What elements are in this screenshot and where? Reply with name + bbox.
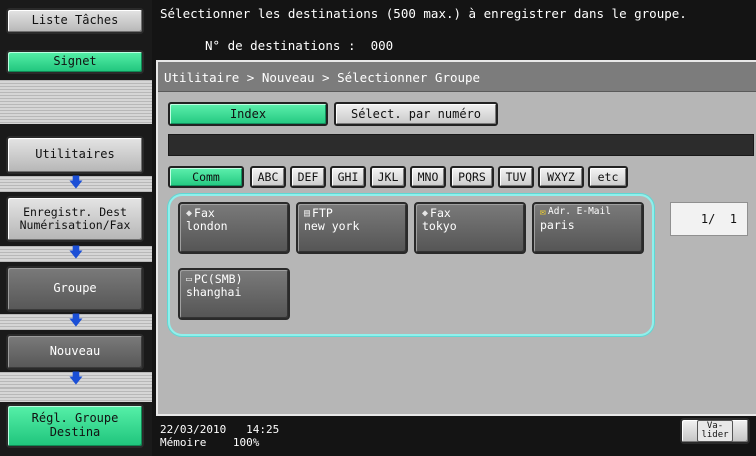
index-tab-comm[interactable]: Comm <box>168 166 244 188</box>
memory-label: Mémoire <box>160 435 207 449</box>
destination-button[interactable]: ▭ PC(SMB) shanghai <box>178 268 290 320</box>
down-arrow-icon: 🡇 <box>0 313 152 330</box>
status-footer: 22/03/2010 14:25 Mémoire 100% Va- lider <box>156 418 756 456</box>
pc-smb-icon: ▭ <box>186 273 193 285</box>
down-arrow-icon: 🡇 <box>0 175 152 192</box>
tab-select-by-number[interactable]: Sélect. par numéro <box>334 102 498 126</box>
index-tab-pqrs[interactable]: PQRS <box>450 166 494 188</box>
destination-type: Adr. E-Mail <box>548 206 611 218</box>
validate-button[interactable]: Va- lider <box>680 418 750 444</box>
destination-button[interactable]: ◆ Fax tokyo <box>414 202 526 254</box>
destination-name: new york <box>304 219 360 234</box>
step-group-settings[interactable]: Régl. Groupe Destina <box>6 404 144 448</box>
breadcrumb: Utilitaire > Nouveau > Sélectionner Grou… <box>158 62 756 92</box>
index-tab-wxyz[interactable]: WXYZ <box>538 166 584 188</box>
task-list-button[interactable]: Liste Tâches <box>6 8 144 34</box>
step-new[interactable]: Nouveau <box>6 334 144 370</box>
destination-count-label: N° de destinations : <box>205 38 356 53</box>
tab-index[interactable]: Index <box>168 102 328 126</box>
destination-name: london <box>186 219 228 234</box>
index-tab-tuv[interactable]: TUV <box>498 166 534 188</box>
step-utilities[interactable]: Utilitaires <box>6 136 144 174</box>
down-arrow-icon: 🡇 <box>0 371 152 388</box>
current-date: 22/03/2010 <box>160 423 227 436</box>
ftp-icon: ▤ <box>304 207 311 219</box>
destination-count: N° de destinations : 000 <box>205 38 393 53</box>
fax-icon: ◆ <box>422 207 429 219</box>
destination-name: tokyo <box>422 219 457 234</box>
sidebar: Liste Tâches Signet Utilitaires 🡇 Enregi… <box>0 0 152 456</box>
datetime-memory: 22/03/2010 14:25 Mémoire 100% <box>160 423 280 449</box>
main-panel: Utilitaire > Nouveau > Sélectionner Grou… <box>156 60 756 416</box>
destination-count-value: 000 <box>370 38 394 53</box>
destination-button[interactable]: ✉ Adr. E-Mail paris <box>532 202 644 254</box>
validate-label: Va- lider <box>697 420 733 442</box>
index-tab-def[interactable]: DEF <box>290 166 326 188</box>
destination-display-bar <box>168 134 754 156</box>
current-time: 14:25 <box>246 423 280 436</box>
sidebar-divider <box>0 388 152 402</box>
destination-name: shanghai <box>186 285 242 300</box>
instruction-message: Sélectionner les destinations (500 max.)… <box>160 6 687 21</box>
sidebar-divider <box>0 80 152 124</box>
index-tab-ghi[interactable]: GHI <box>330 166 366 188</box>
memory-value: 100% <box>232 435 260 449</box>
page-indicator: 1/ 1 <box>670 202 748 236</box>
email-icon: ✉ <box>540 207 547 218</box>
down-arrow-icon: 🡇 <box>0 245 152 262</box>
step-group[interactable]: Groupe <box>6 266 144 312</box>
index-tab-jkl[interactable]: JKL <box>370 166 406 188</box>
destination-button[interactable]: ◆ Fax london <box>178 202 290 254</box>
destination-list: ◆ Fax london ▤ FTP new york ◆ Fax tokyo ✉ Ad… <box>168 194 654 336</box>
fax-icon: ◆ <box>186 207 193 219</box>
index-tab-etc[interactable]: etc <box>588 166 628 188</box>
destination-name: paris <box>540 217 575 232</box>
index-tab-abc[interactable]: ABC <box>250 166 286 188</box>
bookmark-button[interactable]: Signet <box>6 50 144 74</box>
step-scan-fax-dest[interactable]: Enregistr. Dest Numérisation/Fax <box>6 196 144 242</box>
destination-button[interactable]: ▤ FTP new york <box>296 202 408 254</box>
index-tab-mno[interactable]: MNO <box>410 166 446 188</box>
